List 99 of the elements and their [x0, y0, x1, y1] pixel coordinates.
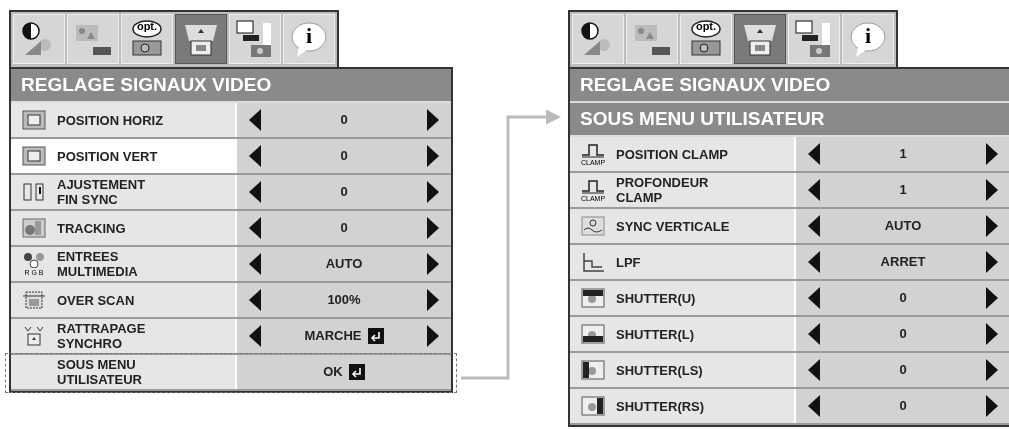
left-arrow-icon[interactable] [249, 181, 261, 203]
setting-label: OVER SCAN [57, 292, 135, 308]
setting-value: 1 [899, 145, 907, 164]
menu-title: REGLAGE SIGNAUX VIDEO [580, 72, 831, 97]
shutter-icon [580, 323, 606, 345]
setting-label-cell[interactable]: SOUS MENU UTILISATEUR [11, 355, 235, 389]
left-arrow-icon[interactable] [808, 359, 820, 381]
setting-label-cell[interactable]: OVER SCAN [11, 283, 235, 317]
setting-label: PROFONDEUR CLAMP [616, 175, 709, 205]
menu-tab[interactable]: i [842, 14, 894, 64]
left-arrow-icon[interactable] [808, 143, 820, 165]
setting-label-cell[interactable]: SHUTTER(RS) [570, 389, 794, 423]
menu-tab[interactable] [175, 14, 227, 64]
right-arrow-icon[interactable] [986, 251, 998, 273]
menu-tab[interactable]: opt. [680, 14, 732, 64]
setting-value: 0 [340, 183, 348, 202]
left-arrow-icon[interactable] [808, 179, 820, 201]
setting-label-cell[interactable]: TRACKING [11, 211, 235, 245]
setting-value: ARRET [880, 253, 926, 272]
setting-label: LPF [616, 254, 641, 270]
right-arrow-icon[interactable] [427, 109, 439, 131]
pulse-icon [580, 142, 606, 158]
left-arrow-icon[interactable] [249, 217, 261, 239]
right-arrow-icon[interactable] [427, 289, 439, 311]
setting-value: 0 [899, 361, 907, 380]
menu-tab[interactable]: i [283, 14, 335, 64]
enter-key-icon [367, 328, 384, 344]
right-arrow-icon[interactable] [986, 287, 998, 309]
submenu-title: SOUS MENU UTILISATEUR [580, 106, 825, 131]
left-arrow-icon[interactable] [249, 145, 261, 167]
setting-label-cell[interactable]: RATTRAPAGE SYNCHRO [11, 319, 235, 353]
setting-label: SYNC VERTICALE [616, 218, 730, 234]
setting-label-cell[interactable]: SHUTTER(U) [570, 281, 794, 315]
screen-icon [21, 145, 47, 167]
left-arrow-icon[interactable] [808, 251, 820, 273]
menu-tab[interactable]: opt. [121, 14, 173, 64]
tracking-icon [21, 217, 47, 239]
setting-value: 0 [899, 289, 907, 308]
left-arrow-icon[interactable] [808, 287, 820, 309]
color-dots-icon [21, 252, 47, 268]
right-arrow-icon[interactable] [427, 217, 439, 239]
menu-title: REGLAGE SIGNAUX VIDEO [21, 72, 272, 97]
right-arrow-icon[interactable] [427, 145, 439, 167]
left-arrow-icon[interactable] [808, 323, 820, 345]
shutter-icon [580, 359, 606, 381]
setting-label: SHUTTER(LS) [616, 362, 703, 378]
setting-value: 0 [340, 147, 348, 166]
left-arrow-icon[interactable] [249, 253, 261, 275]
setting-label-cell[interactable]: SHUTTER(L) [570, 317, 794, 351]
setting-value: 0 [340, 111, 348, 130]
step-icon [580, 251, 606, 273]
left-arrow-icon[interactable] [249, 325, 261, 347]
setting-label: TRACKING [57, 220, 126, 236]
enter-key-icon [348, 364, 365, 380]
menu-tab[interactable] [734, 14, 786, 64]
right-arrow-icon[interactable] [986, 143, 998, 165]
setting-value: AUTO [884, 217, 922, 236]
setting-label-cell[interactable]: SHUTTER(LS) [570, 353, 794, 387]
setting-value: 1 [899, 181, 907, 200]
right-arrow-icon[interactable] [986, 179, 998, 201]
wave-icon [580, 215, 606, 237]
screen-icon [21, 109, 47, 131]
right-arrow-icon[interactable] [986, 215, 998, 237]
right-arrow-icon[interactable] [427, 181, 439, 203]
setting-label: SHUTTER(RS) [616, 398, 705, 414]
setting-label: SOUS MENU UTILISATEUR [57, 357, 142, 387]
setting-value: 100% [327, 291, 361, 310]
right-arrow-icon[interactable] [427, 325, 439, 347]
shutter-icon [580, 395, 606, 417]
left-arrow-icon[interactable] [808, 395, 820, 417]
right-arrow-icon[interactable] [986, 359, 998, 381]
shutter-icon [580, 287, 606, 309]
right-arrow-icon[interactable] [986, 323, 998, 345]
setting-label: POSITION VERT [57, 148, 158, 164]
sync-icon [21, 181, 47, 203]
right-arrow-icon[interactable] [427, 253, 439, 275]
setting-label: RATTRAPAGE SYNCHRO [57, 321, 146, 351]
setting-label-cell[interactable]: POSITION HORIZ [11, 103, 235, 137]
setting-label-cell[interactable]: SYNC VERTICALE [570, 209, 794, 243]
setting-label: POSITION HORIZ [57, 112, 164, 128]
setting-value: 0 [899, 325, 907, 344]
setting-label-cell[interactable]: LPF [570, 245, 794, 279]
left-arrow-icon[interactable] [808, 215, 820, 237]
setting-label: SHUTTER(L) [616, 326, 694, 342]
setting-label: POSITION CLAMP [616, 146, 728, 162]
setting-label-cell[interactable]: AJUSTEMENT FIN SYNC [11, 175, 235, 209]
setting-value: AUTO [325, 255, 363, 274]
setting-label: AJUSTEMENT FIN SYNC [57, 177, 146, 207]
pulse-icon [580, 178, 606, 194]
setting-label: ENTREES MULTIMEDIA [57, 249, 138, 279]
setting-value: 0 [340, 219, 348, 238]
setting-label: SHUTTER(U) [616, 290, 696, 306]
setting-value: OK [323, 363, 343, 382]
left-arrow-icon[interactable] [249, 289, 261, 311]
left-arrow-icon[interactable] [249, 109, 261, 131]
setting-value: 0 [899, 397, 907, 416]
overscan-icon [21, 289, 47, 311]
setting-value: MARCHE [304, 327, 362, 346]
right-arrow-icon[interactable] [986, 395, 998, 417]
